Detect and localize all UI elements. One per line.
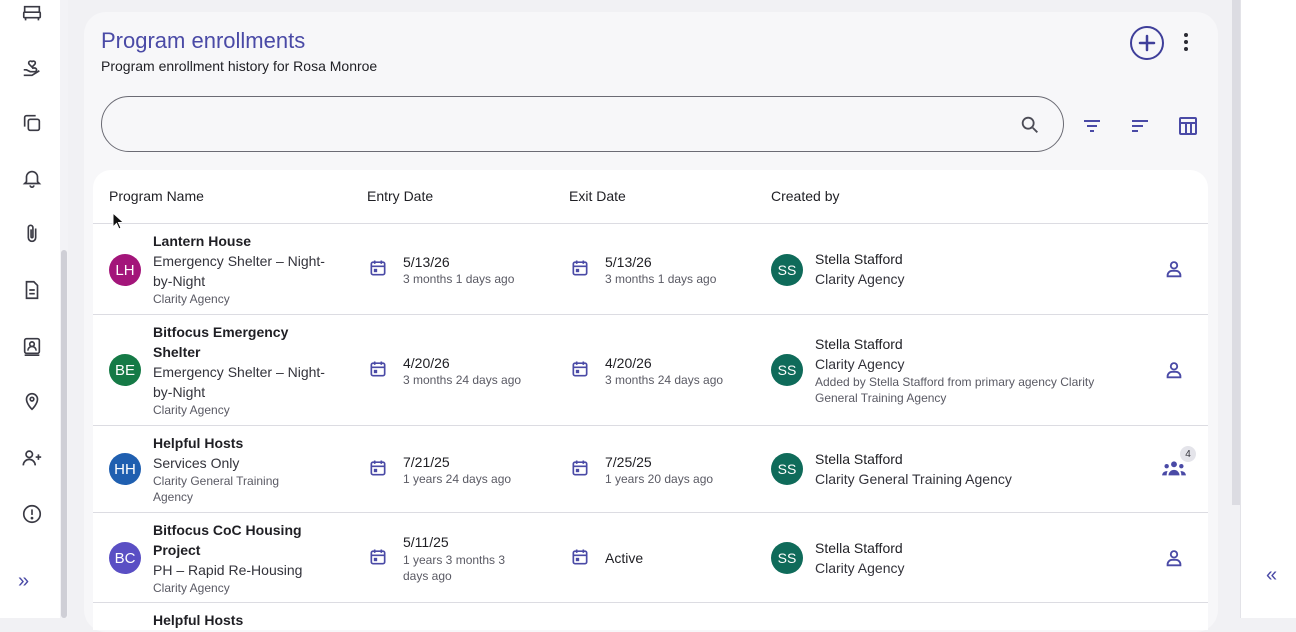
program-avatar: HH xyxy=(109,453,141,485)
left-nav-rail: » xyxy=(0,0,68,618)
calendar-icon xyxy=(370,361,386,377)
exit-date: 7/25/25 xyxy=(605,454,652,470)
calendar-icon xyxy=(572,549,588,565)
person-icon[interactable] xyxy=(1163,359,1185,381)
column-header-exit-date[interactable]: Exit Date xyxy=(569,188,626,204)
calendar-icon xyxy=(572,260,588,276)
program-agency: Clarity Agency xyxy=(153,403,230,417)
program-name[interactable]: Helpful Hosts xyxy=(153,610,343,630)
entry-date-relative: 3 months 24 days ago xyxy=(403,373,522,387)
program-type: Services Only xyxy=(153,455,240,471)
copy-icon[interactable] xyxy=(18,109,46,137)
bell-icon[interactable] xyxy=(18,164,46,192)
main-scrollbar[interactable] xyxy=(1232,0,1240,505)
entry-date: 5/11/25 xyxy=(403,534,449,550)
nav-scrollbar-thumb[interactable] xyxy=(61,250,67,618)
enrollments-table: Program Name Entry Date Exit Date Create… xyxy=(93,170,1208,630)
page-subtitle: Program enrollment history for Rosa Monr… xyxy=(101,58,378,74)
program-avatar: BC xyxy=(109,542,141,574)
entry-date: 5/13/26 xyxy=(403,254,450,270)
entry-date-relative: 3 months 1 days ago xyxy=(403,272,515,286)
search-input[interactable] xyxy=(120,105,1010,143)
creator-name: Stella Stafford xyxy=(815,251,903,267)
entry-date-relative: 1 years 3 months 3 days ago xyxy=(403,553,506,583)
person-icon[interactable] xyxy=(1163,258,1185,280)
column-header-program-name[interactable]: Program Name xyxy=(109,188,204,204)
calendar-icon xyxy=(572,361,588,377)
alert-circle-icon[interactable] xyxy=(18,500,46,528)
entry-date-relative: 1 years 24 days ago xyxy=(403,472,512,486)
calendar-icon xyxy=(370,260,386,276)
program-name[interactable]: Bitfocus CoC Housing Project xyxy=(153,520,313,560)
person-icon[interactable] xyxy=(1163,547,1185,569)
program-type: Emergency Shelter – Night-by-Night xyxy=(153,364,325,400)
collapse-panel-button[interactable]: « xyxy=(1266,564,1277,587)
location-pin-icon[interactable] xyxy=(18,387,46,415)
search-field[interactable] xyxy=(101,96,1064,152)
creator-avatar: SS xyxy=(771,354,803,386)
column-header-created-by[interactable]: Created by xyxy=(771,188,839,204)
add-enrollment-button[interactable] xyxy=(1130,26,1164,60)
expand-nav-button[interactable]: » xyxy=(18,570,29,593)
table-row[interactable]: BC Bitfocus CoC Housing Project PH – Rap… xyxy=(93,513,1208,603)
program-agency: Clarity Agency xyxy=(153,581,230,595)
entry-date: 4/20/26 xyxy=(403,355,450,371)
entry-date: 7/21/25 xyxy=(403,454,450,470)
program-avatar: BE xyxy=(109,354,141,386)
mouse-cursor-icon xyxy=(112,212,124,230)
program-name[interactable]: Helpful Hosts xyxy=(153,433,343,453)
calendar-icon xyxy=(370,549,386,565)
creator-agency: Clarity General Training Agency xyxy=(815,471,1012,487)
contact-card-icon[interactable] xyxy=(18,332,46,360)
table-header: Program Name Entry Date Exit Date Create… xyxy=(93,170,1208,224)
calendar-icon xyxy=(370,460,386,476)
creator-name: Stella Stafford xyxy=(815,540,903,556)
nav-scrollbar[interactable] xyxy=(60,0,68,618)
creator-avatar: SS xyxy=(771,254,803,286)
creator-avatar: SS xyxy=(771,453,803,485)
program-agency: Clarity General Training Agency xyxy=(153,474,280,504)
table-row[interactable]: HH Helpful Hosts Services Only Clarity G… xyxy=(93,426,1208,513)
creator-avatar: SS xyxy=(771,542,803,574)
exit-date-relative: 1 years 20 days ago xyxy=(605,472,714,486)
search-icon[interactable] xyxy=(1019,114,1041,136)
program-type: Emergency Shelter – Night-by-Night xyxy=(153,253,325,289)
exit-date: 5/13/26 xyxy=(605,254,652,270)
exit-date: 4/20/26 xyxy=(605,355,652,371)
paperclip-icon[interactable] xyxy=(18,220,46,248)
hand-heart-icon[interactable] xyxy=(18,54,46,82)
creator-agency: Clarity Agency xyxy=(815,271,905,287)
filter-icon[interactable] xyxy=(1080,114,1104,138)
program-type: PH – Rapid Re-Housing xyxy=(153,562,303,578)
add-person-icon[interactable] xyxy=(18,444,46,472)
column-header-entry-date[interactable]: Entry Date xyxy=(367,188,433,204)
program-name[interactable]: Lantern House xyxy=(153,231,343,251)
add-circle-icon xyxy=(1138,34,1156,52)
creator-name: Stella Stafford xyxy=(815,451,903,467)
sort-icon[interactable] xyxy=(1128,114,1152,138)
member-count-badge: 4 xyxy=(1180,446,1196,462)
more-vertical-icon[interactable] xyxy=(1176,30,1196,54)
table-columns-icon[interactable] xyxy=(1176,114,1200,138)
table-row[interactable]: Helpful Hosts xyxy=(93,603,1208,630)
creator-agency: Clarity Agency xyxy=(815,356,905,372)
calendar-icon xyxy=(572,460,588,476)
exit-date-relative: 3 months 24 days ago xyxy=(605,373,724,387)
program-name[interactable]: Bitfocus Emergency Shelter xyxy=(153,322,313,362)
creator-note: Added by Stella Stafford from primary ag… xyxy=(815,375,1095,405)
exit-date-relative: 3 months 1 days ago xyxy=(605,272,717,286)
program-agency: Clarity Agency xyxy=(153,292,230,306)
page-title: Program enrollments xyxy=(101,28,306,53)
creator-agency: Clarity Agency xyxy=(815,560,905,576)
bed-icon[interactable] xyxy=(18,0,46,28)
table-row[interactable]: LH Lantern House Emergency Shelter – Nig… xyxy=(93,224,1208,315)
program-avatar: LH xyxy=(109,254,141,286)
exit-status: Active xyxy=(605,550,644,566)
right-panel xyxy=(1240,0,1296,618)
document-icon[interactable] xyxy=(18,276,46,304)
creator-name: Stella Stafford xyxy=(815,336,903,352)
table-row[interactable]: BE Bitfocus Emergency Shelter Emergency … xyxy=(93,315,1208,426)
